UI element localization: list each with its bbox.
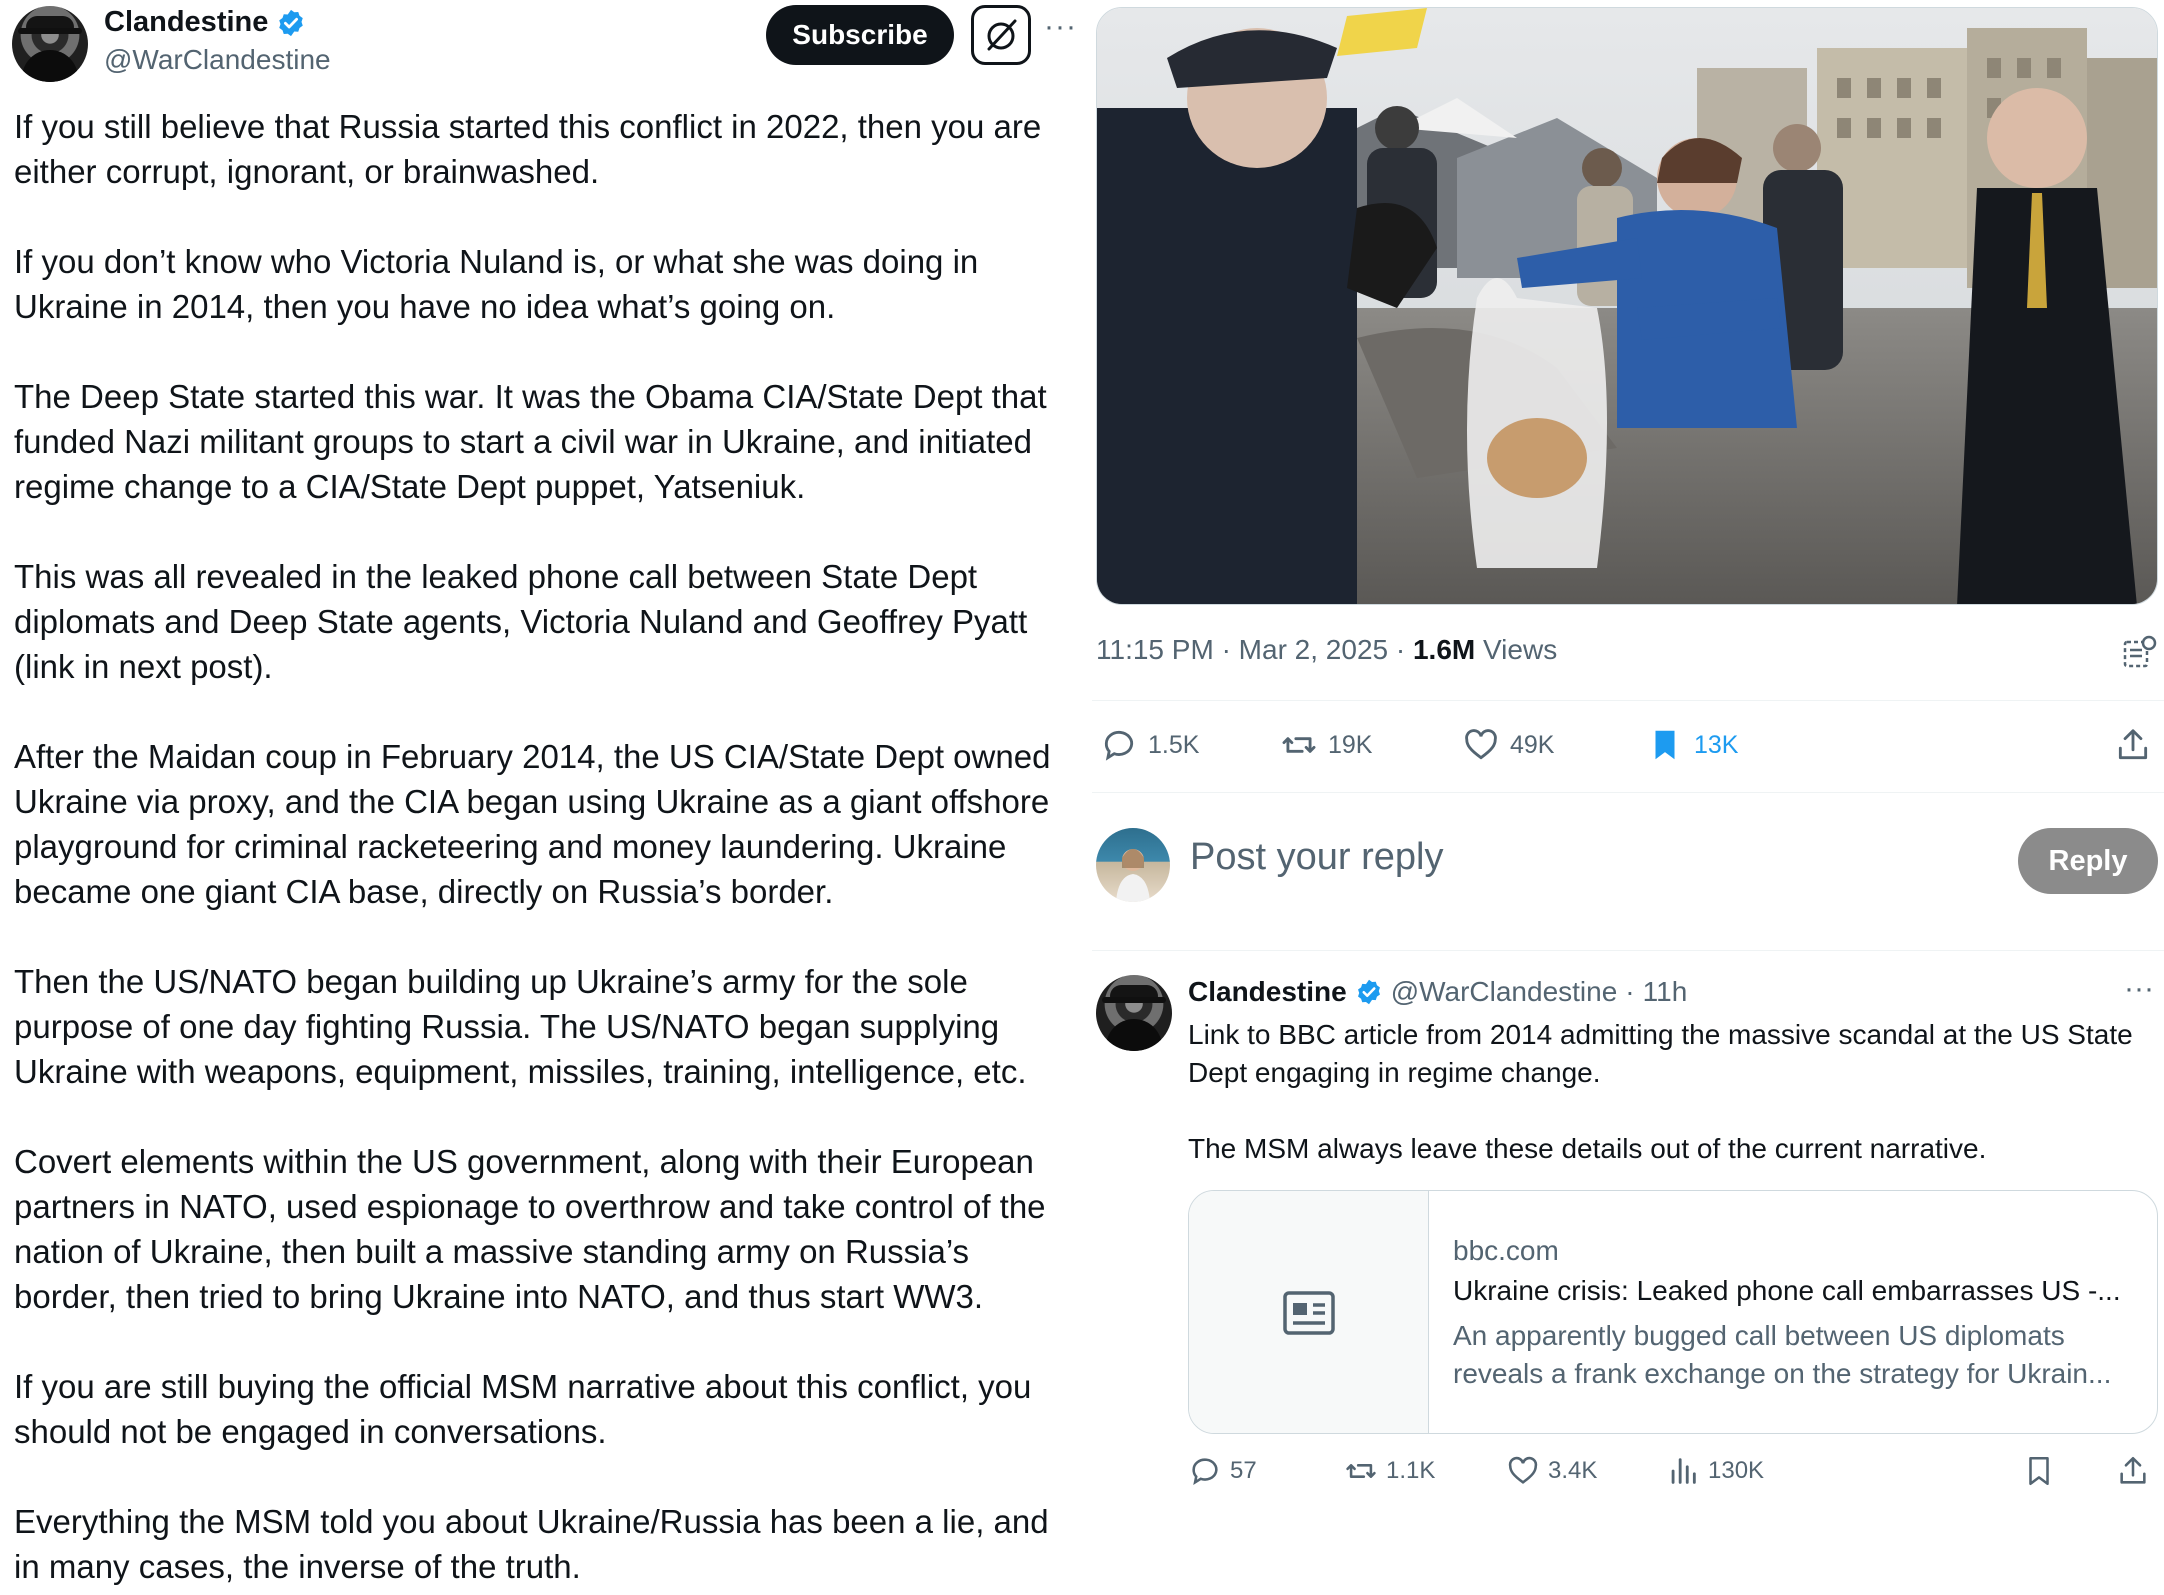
post-paragraph: Covert elements within the US government… [14, 1143, 1046, 1315]
repost-icon [1346, 1464, 1376, 1478]
repost-action[interactable]: 1.1K [1344, 1454, 1435, 1488]
reply-text: Link to BBC article from 2014 admitting … [1188, 1016, 2148, 1206]
repost-count: 19K [1328, 730, 1373, 759]
divider [1092, 792, 2164, 793]
heart-icon [1465, 729, 1497, 760]
bookmark-icon [2029, 1456, 2049, 1486]
post-actions-bar: 1.5K 19K 49K 13K [1100, 726, 2156, 776]
post-paragraph: If you are still buying the official MSM… [14, 1368, 1032, 1450]
author-name[interactable]: Clandestine [104, 6, 268, 39]
reply-composer: Post your reply Reply [1096, 826, 2158, 902]
grok-button[interactable] [971, 5, 1031, 65]
link-card[interactable]: bbc.com Ukraine crisis: Leaked phone cal… [1188, 1190, 2158, 1434]
author-handle[interactable]: @WarClandestine [104, 44, 331, 76]
reply-button[interactable]: Reply [2018, 828, 2158, 894]
reply-author-handle[interactable]: @WarClandestine [1391, 976, 1618, 1008]
grok-icon [987, 19, 1017, 51]
divider [1092, 700, 2164, 701]
reply-count: 57 [1230, 1457, 1257, 1484]
street-scene-image [1097, 8, 2157, 604]
author-name-row[interactable]: Clandestine [104, 6, 306, 39]
post-timestamp: 11:15 PM · Mar 2, 2025 · 1.6M Views [1096, 634, 1557, 666]
card-domain: bbc.com [1453, 1235, 1559, 1266]
share-icon [2120, 1456, 2146, 1484]
repost-action[interactable]: 19K [1280, 726, 1372, 764]
share-icon [2118, 729, 2148, 760]
post-text: If you still believe that Russia started… [14, 104, 1074, 1595]
subscribe-button[interactable]: Subscribe [766, 5, 954, 65]
reply-more-icon[interactable]: ··· [2124, 972, 2154, 1006]
like-count: 49K [1510, 730, 1555, 759]
reply-actions-bar: 57 1.1K 3.4K 130K [1188, 1454, 2158, 1494]
reply-paragraph: Link to BBC article from 2014 admitting … [1188, 1019, 2133, 1088]
bookmark-action[interactable] [2022, 1454, 2056, 1488]
views-label: Views [1483, 634, 1558, 665]
share-action[interactable] [2114, 726, 2152, 764]
reply-input[interactable]: Post your reply [1190, 836, 1443, 879]
article-icon [1282, 1291, 1335, 1335]
author-avatar[interactable] [12, 6, 88, 82]
reply-author-name[interactable]: Clandestine [1188, 976, 1347, 1008]
views-icon [1671, 1458, 1696, 1484]
more-options-icon[interactable]: ··· [1044, 10, 1077, 44]
heart-icon [1508, 1456, 1538, 1484]
current-user-avatar[interactable] [1096, 828, 1170, 902]
views-count: 1.6M [1412, 634, 1476, 665]
post-paragraph: This was all revealed in the leaked phon… [14, 558, 1028, 685]
reply-time[interactable]: 11h [1643, 976, 1688, 1008]
separator-dot: · [1221, 634, 1231, 665]
post-paragraph: Then the US/NATO began building up Ukrai… [14, 963, 1027, 1090]
divider [1092, 950, 2164, 951]
bookmark-count: 13K [1694, 730, 1739, 759]
reply-action[interactable]: 1.5K [1100, 726, 1199, 764]
card-description: An apparently bugged call between US dip… [1453, 1320, 2112, 1389]
views-count: 130K [1708, 1457, 1765, 1484]
views-action[interactable]: 130K [1666, 1454, 1764, 1488]
main-post: Clandestine @WarClandestine Subscribe ··… [0, 0, 1080, 1595]
reply-author-avatar[interactable] [1096, 975, 1172, 1051]
post-paragraph: If you still believe that Russia started… [14, 108, 1042, 190]
bookmark-action[interactable]: 13K [1646, 726, 1738, 764]
like-count: 3.4K [1548, 1457, 1598, 1484]
share-action[interactable] [2116, 1454, 2150, 1488]
reply-icon [1104, 730, 1134, 761]
separator-dot: · [1625, 976, 1635, 1007]
post-date[interactable]: Mar 2, 2025 [1239, 634, 1388, 665]
post-paragraph: Everything the MSM told you about Ukrain… [14, 1503, 1049, 1585]
reply-paragraph: The MSM always leave these details out o… [1188, 1133, 1987, 1164]
repost-count: 1.1K [1386, 1457, 1436, 1484]
reply-count: 1.5K [1148, 730, 1200, 759]
verified-badge-icon [279, 9, 304, 36]
post-paragraph: If you don’t know who Victoria Nuland is… [14, 243, 979, 325]
reply-action[interactable]: 57 [1188, 1454, 1257, 1488]
repost-icon [1282, 737, 1316, 753]
separator-dot: · [1395, 634, 1406, 665]
bookmark-filled-icon [1655, 730, 1675, 760]
like-action[interactable]: 3.4K [1506, 1454, 1597, 1488]
verified-badge-icon [1357, 979, 1380, 1005]
like-action[interactable]: 49K [1462, 726, 1554, 764]
post-media-and-replies: 11:15 PM · Mar 2, 2025 · 1.6M Views 1.5K… [1092, 0, 2164, 1595]
card-thumbnail [1189, 1191, 1429, 1433]
post-summary-icon[interactable] [2122, 634, 2158, 670]
post-paragraph: After the Maidan coup in February 2014, … [14, 738, 1051, 910]
post-photo[interactable] [1096, 7, 2158, 605]
post-time[interactable]: 11:15 PM [1096, 634, 1214, 665]
reply-icon [1192, 1458, 1218, 1485]
card-title: Ukraine crisis: Leaked phone call embarr… [1453, 1275, 2121, 1306]
reply-header: Clandestine @WarClandestine · 11h [1188, 976, 1687, 1008]
post-paragraph: The Deep State started this war. It was … [14, 378, 1047, 505]
